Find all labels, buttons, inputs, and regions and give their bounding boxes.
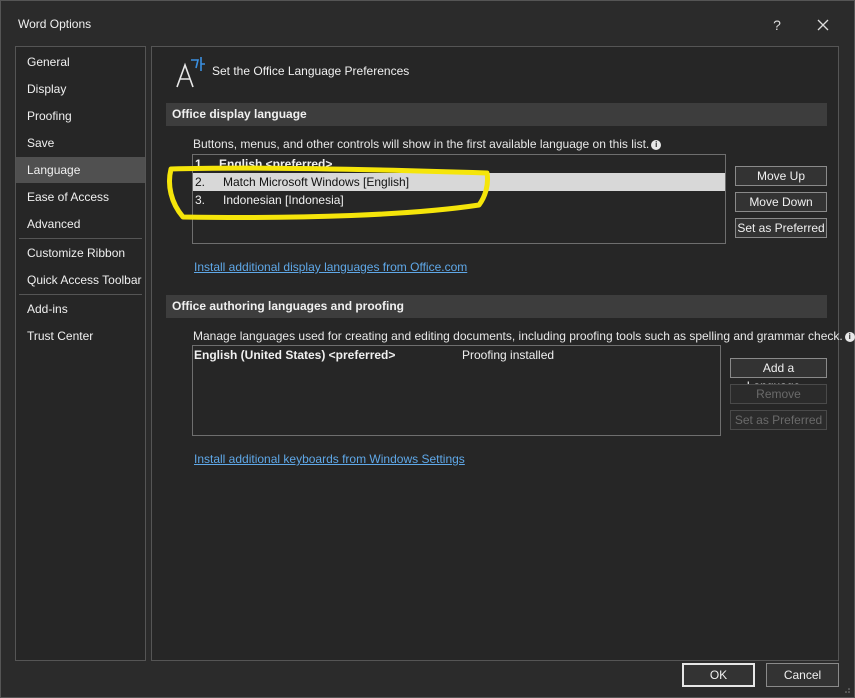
list-item-number: 3. [195, 193, 206, 207]
info-icon[interactable]: i [651, 139, 662, 150]
list-item[interactable]: 1. English <preferred> [193, 155, 725, 173]
sidebar-item-proofing[interactable]: Proofing [16, 103, 145, 129]
list-item-number: 2. [195, 175, 206, 189]
close-button[interactable] [808, 11, 838, 39]
sidebar-divider [19, 294, 142, 295]
move-down-button[interactable]: Move Down [735, 192, 827, 212]
remove-language-button[interactable]: Remove [730, 384, 827, 404]
sidebar-item-display[interactable]: Display [16, 76, 145, 102]
list-item[interactable]: 3. Indonesian [Indonesia] [193, 191, 725, 209]
sidebar-item-save[interactable]: Save [16, 130, 145, 156]
set-as-preferred-authoring-button[interactable]: Set as Preferred [730, 410, 827, 430]
info-icon[interactable]: i [844, 331, 855, 342]
authoring-language-description-text: Manage languages used for creating and e… [193, 329, 843, 343]
display-language-description-text: Buttons, menus, and other controls will … [193, 137, 650, 151]
window-title: Word Options [18, 17, 92, 31]
sidebar-item-general[interactable]: General [16, 49, 145, 75]
install-keyboards-link[interactable]: Install additional keyboards from Window… [194, 452, 465, 466]
list-item-status: Proofing installed [462, 348, 555, 362]
add-language-button[interactable]: Add a Language... [730, 358, 827, 393]
cancel-button[interactable]: Cancel [766, 663, 839, 687]
display-language-section-header: Office display language [166, 103, 827, 126]
sidebar-divider [19, 238, 142, 239]
sidebar-item-language[interactable]: Language [16, 157, 145, 183]
language-icon [176, 57, 205, 88]
page-title: Set the Office Language Preferences [212, 64, 410, 78]
move-up-button[interactable]: Move Up [735, 166, 827, 186]
list-item[interactable]: 2. Match Microsoft Windows [English] [193, 173, 725, 191]
resize-grip-icon[interactable] [841, 684, 851, 694]
display-language-list[interactable]: 1. English <preferred> 2. Match Microsof… [192, 154, 726, 244]
list-item-label: Match Microsoft Windows [English] [223, 175, 410, 189]
ok-button[interactable]: OK [682, 663, 755, 687]
sidebar-item-quick-access-toolbar[interactable]: Quick Access Toolbar [16, 267, 145, 293]
list-item-label: English (United States) <preferred> [194, 348, 396, 362]
sidebar-item-advanced[interactable]: Advanced [16, 211, 145, 237]
authoring-language-description: Manage languages used for creating and e… [193, 329, 855, 343]
display-language-description: Buttons, menus, and other controls will … [193, 137, 662, 151]
authoring-language-list[interactable]: English (United States) <preferred> Proo… [192, 345, 721, 436]
list-item[interactable]: English (United States) <preferred> Proo… [193, 346, 720, 364]
close-icon [817, 19, 829, 31]
authoring-language-section-header: Office authoring languages and proofing [166, 295, 827, 318]
set-as-preferred-display-button[interactable]: Set as Preferred [735, 218, 827, 238]
word-options-dialog: Word Options ? General Display Proofing … [0, 0, 855, 698]
main-panel: Set the Office Language Preferences Offi… [151, 46, 855, 661]
list-item-number: 1. [195, 157, 206, 171]
list-item-label: English <preferred> [219, 157, 333, 171]
sidebar-item-customize-ribbon[interactable]: Customize Ribbon [16, 240, 145, 266]
sidebar-item-add-ins[interactable]: Add-ins [16, 296, 145, 322]
list-item-label: Indonesian [Indonesia] [223, 193, 344, 207]
install-display-languages-link[interactable]: Install additional display languages fro… [194, 260, 467, 274]
sidebar: General Display Proofing Save Language E… [15, 46, 146, 661]
sidebar-item-ease-of-access[interactable]: Ease of Access [16, 184, 145, 210]
help-button[interactable]: ? [762, 11, 792, 39]
sidebar-item-trust-center[interactable]: Trust Center [16, 323, 145, 349]
title-bar: Word Options ? [1, 1, 854, 47]
